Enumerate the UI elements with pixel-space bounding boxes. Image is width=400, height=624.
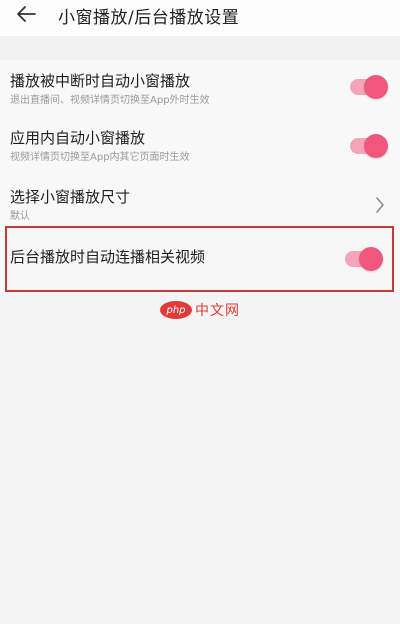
setting-row-pip-size[interactable]: 选择小窗播放尺寸 默认 (0, 176, 400, 232)
setting-row-interrupt-pip[interactable]: 播放被中断时自动小窗播放 退出直播间、视频详情页切换至App外时生效 (0, 60, 400, 118)
toggle-switch-background-autoplay[interactable] (345, 247, 383, 271)
toggle-knob (364, 75, 388, 99)
back-button[interactable] (12, 2, 40, 26)
toggle-switch-interrupt-pip[interactable] (350, 75, 388, 99)
setting-title: 应用内自动小窗播放 (10, 129, 146, 147)
toggle-switch-in-app-pip[interactable] (350, 134, 388, 158)
toggle-knob (364, 134, 388, 158)
setting-title: 播放被中断时自动小窗播放 (10, 72, 191, 90)
setting-subtitle: 默认 (10, 211, 30, 222)
chevron-right-icon (376, 197, 384, 213)
watermark-text: 中文网 (195, 303, 240, 319)
app-header: 小窗播放/后台播放设置 (0, 0, 400, 36)
toggle-knob (359, 247, 383, 271)
header-gap (0, 36, 400, 60)
setting-subtitle: 视频详情页切换至App内其它页面时生效 (10, 152, 190, 163)
setting-row-background-autoplay[interactable]: 后台播放时自动连播相关视频 (7, 228, 392, 290)
arrow-left-icon (17, 6, 36, 22)
setting-title: 选择小窗播放尺寸 (10, 188, 131, 206)
setting-title: 后台播放时自动连播相关视频 (10, 248, 206, 266)
watermark-logo: php (160, 301, 192, 319)
setting-row-in-app-pip[interactable]: 应用内自动小窗播放 视频详情页切换至App内其它页面时生效 (0, 118, 400, 176)
page-title: 小窗播放/后台播放设置 (58, 8, 240, 28)
watermark: php 中文网 (160, 300, 240, 320)
highlight-box: 后台播放时自动连播相关视频 (5, 226, 394, 292)
setting-subtitle: 退出直播间、视频详情页切换至App外时生效 (10, 95, 210, 106)
